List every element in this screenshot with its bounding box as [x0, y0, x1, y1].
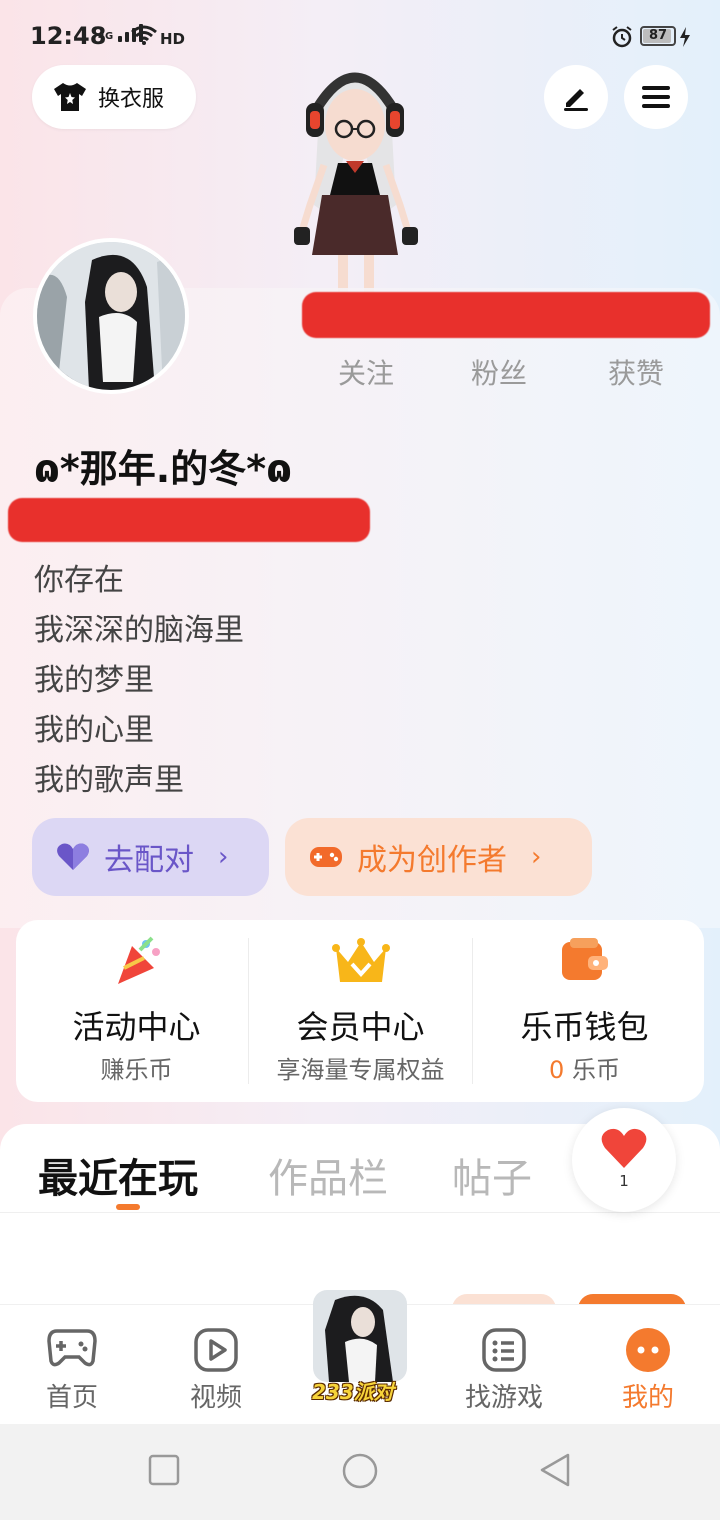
bio-line: 我的梦里 [34, 663, 154, 698]
gamepad-icon [310, 847, 342, 867]
home-icon[interactable] [341, 1452, 379, 1490]
party-label: 233派对 [312, 1380, 394, 1404]
nav-video[interactable]: 视频 [156, 1305, 276, 1425]
status-time: 12:48 [30, 22, 107, 50]
match-button[interactable]: 去配对 › [32, 818, 269, 896]
nav-find-games[interactable]: 找游戏 [444, 1305, 564, 1425]
following-label[interactable]: 关注 [338, 352, 394, 392]
network-type: 4G [98, 31, 114, 42]
member-center-button[interactable]: 会员中心 享海量专属权益 [248, 920, 473, 1102]
activity-center-button[interactable]: 活动中心 赚乐币 [24, 920, 249, 1102]
menu-button[interactable] [624, 65, 688, 129]
hd-icon: HD [160, 30, 186, 48]
avatar-photo [37, 242, 185, 390]
heart-icon [601, 1128, 647, 1168]
charging-icon [680, 27, 690, 47]
hamburger-icon [642, 86, 670, 108]
tshirt-icon [54, 83, 86, 111]
feature-card: 活动中心 赚乐币 会员中心 享海量专属权益 乐币钱包 0 乐币 [16, 920, 704, 1102]
battery-level: 87 [648, 28, 668, 43]
party-popper-icon [117, 936, 160, 984]
nav-label: 视频 [189, 1383, 242, 1413]
nav-mine[interactable]: 我的 [588, 1305, 708, 1425]
redacted-stats [302, 292, 710, 338]
change-outfit-label: 换衣服 [98, 87, 165, 112]
system-nav-bar [0, 1424, 720, 1520]
back-icon[interactable] [538, 1452, 572, 1488]
redacted-user-id [8, 498, 370, 542]
coin-unit: 乐币 [571, 1056, 620, 1084]
battery-icon: 87 [640, 26, 676, 46]
character-avatar[interactable] [280, 55, 430, 295]
tab-recently-played[interactable]: 最近在玩 [38, 1146, 198, 1204]
chevron-right-icon: › [218, 842, 229, 872]
coin-balance: 0 [549, 1056, 565, 1084]
bio-line: 我深深的脑海里 [34, 613, 244, 648]
feature-title: 活动中心 [72, 1008, 201, 1046]
crown-icon [331, 938, 390, 982]
like-button[interactable]: 1 [572, 1108, 676, 1212]
feature-subtitle: 0 乐币 [472, 1050, 697, 1085]
likes-label[interactable]: 获赞 [608, 352, 664, 392]
change-outfit-button[interactable]: 换衣服 [32, 65, 196, 129]
chevron-right-icon: › [531, 842, 542, 872]
match-label: 去配对 [104, 843, 194, 878]
recents-icon[interactable] [148, 1454, 180, 1486]
bio-line: 我的歌声里 [34, 763, 184, 798]
profile-avatar[interactable] [33, 238, 189, 394]
followers-label[interactable]: 粉丝 [471, 352, 527, 392]
username: ɷ*那年.的冬*ɷ [34, 447, 292, 491]
like-count: 1 [619, 1172, 629, 1190]
tab-posts[interactable]: 帖子 [452, 1146, 532, 1204]
nav-label: 找游戏 [464, 1383, 543, 1413]
tab-works[interactable]: 作品栏 [268, 1146, 388, 1204]
divider [0, 1212, 720, 1213]
feature-subtitle: 赚乐币 [100, 1056, 173, 1084]
feature-title: 乐币钱包 [520, 1008, 649, 1046]
bio: 你存在 我深深的脑海里 我的梦里 我的心里 我的歌声里 [34, 560, 244, 810]
list-icon [482, 1328, 526, 1372]
wallet-icon [561, 938, 608, 980]
bio-line: 你存在 [34, 563, 124, 598]
pen-icon [564, 89, 588, 111]
wifi-icon [131, 25, 157, 45]
profile-dots-icon [626, 1328, 670, 1372]
nav-home[interactable]: 首页 [12, 1305, 132, 1425]
play-icon [194, 1328, 238, 1372]
nav-label: 我的 [621, 1383, 674, 1413]
heart-icon [57, 843, 89, 870]
active-tab-indicator [116, 1204, 140, 1210]
alarm-icon [612, 26, 632, 48]
gamepad-icon [47, 1329, 97, 1367]
become-creator-button[interactable]: 成为创作者 › [285, 818, 592, 896]
bio-line: 我的心里 [34, 713, 154, 748]
wallet-button[interactable]: 乐币钱包 0 乐币 [472, 920, 697, 1102]
edit-profile-button[interactable] [544, 65, 608, 129]
nav-label: 首页 [45, 1383, 98, 1413]
creator-label: 成为创作者 [357, 843, 507, 878]
feature-title: 会员中心 [296, 1008, 425, 1046]
feature-subtitle: 享海量专属权益 [276, 1056, 445, 1084]
